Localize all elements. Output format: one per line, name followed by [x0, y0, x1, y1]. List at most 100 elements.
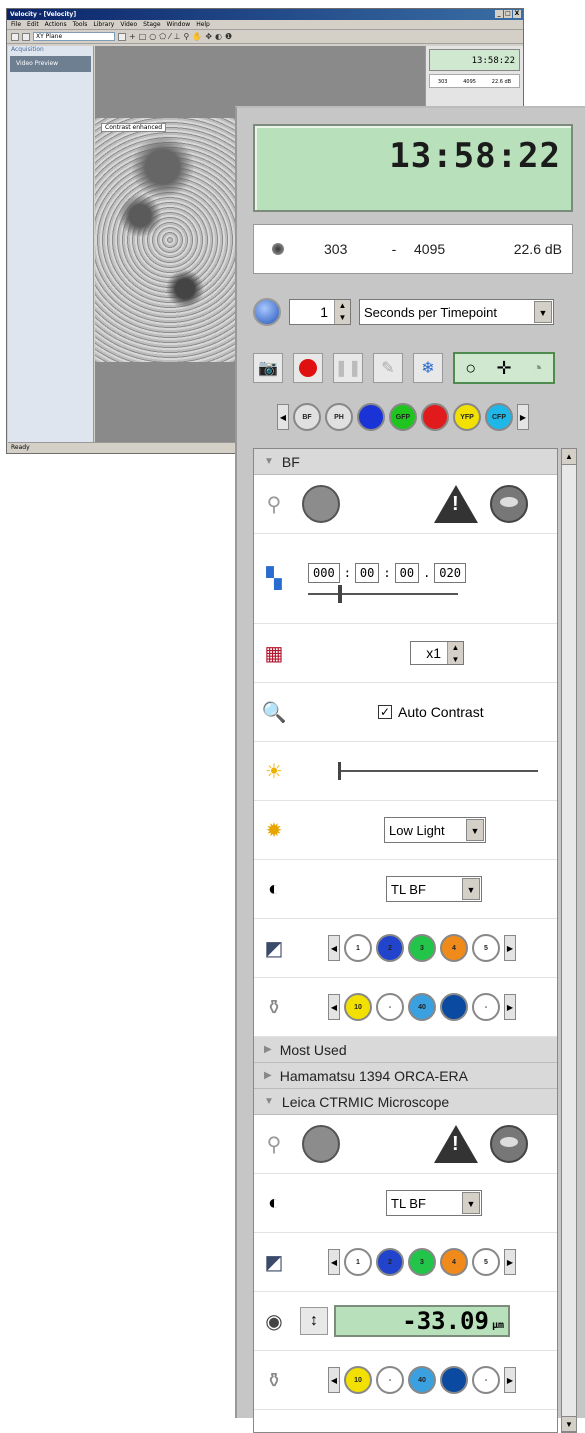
chevron-right-icon[interactable]: ▶ [517, 404, 529, 430]
contrast-icon[interactable]: ◐ [215, 32, 222, 41]
objective-position[interactable]: 10 [344, 1366, 372, 1394]
zoom-icon[interactable]: ⚲ [184, 32, 190, 41]
timepoint-unit-select[interactable]: Seconds per Timepoint ▼ [359, 299, 554, 325]
chevron-left-icon[interactable]: ◀ [328, 994, 340, 1020]
chevron-right-icon[interactable]: ▶ [504, 1367, 516, 1393]
channel-cfp[interactable]: CFP [485, 403, 513, 431]
filter-position[interactable]: 5 [472, 1248, 500, 1276]
wand-icon[interactable]: ✎ [373, 353, 403, 383]
shutter-button[interactable] [302, 485, 340, 523]
binning-value[interactable]: x1 [411, 642, 447, 664]
sensitivity-select[interactable]: Low Light ▼ [384, 817, 486, 843]
filter-position[interactable]: 2 [376, 934, 404, 962]
menu-help[interactable]: Help [196, 20, 210, 29]
toolbar-button[interactable] [22, 32, 30, 41]
hand-icon[interactable]: ✋ [192, 32, 202, 41]
chevron-down-icon[interactable]: ▼ [534, 301, 552, 323]
objective-position[interactable]: - [472, 1366, 500, 1394]
objective-position[interactable] [440, 993, 468, 1021]
exposure-time-field[interactable]: 000: 00: 00. 020 [308, 562, 466, 583]
exposure-slider[interactable] [308, 584, 458, 603]
brightness-slider[interactable] [338, 762, 538, 780]
objective-position[interactable]: 40 [408, 1366, 436, 1394]
channel-ph[interactable]: PH [325, 403, 353, 431]
chevron-left-icon[interactable]: ◀ [328, 935, 340, 961]
focus-readout[interactable]: -33.09 µm [334, 1305, 510, 1337]
pie-icon[interactable]: ◔ [532, 358, 543, 379]
scrollbar[interactable]: ▲ ▼ [561, 448, 577, 1433]
focus-step-button[interactable]: ↕ [300, 1307, 328, 1335]
exposure-seconds[interactable]: 00 [394, 562, 420, 583]
polygon-icon[interactable]: ⬠ [159, 32, 166, 41]
objective-position[interactable]: 40 [408, 993, 436, 1021]
chevron-down-icon[interactable]: ▼ [462, 878, 480, 900]
timepoint-value[interactable]: 1 [290, 300, 334, 324]
contrast-method-select[interactable]: TL BF ▼ [386, 876, 482, 902]
plane-select[interactable]: XY Plane [33, 32, 115, 41]
line-icon[interactable]: ⁄ [169, 32, 170, 41]
timepoint-spinner[interactable]: 1 ▲ ▼ [289, 299, 351, 325]
section-header-most-used[interactable]: ▶ Most Used [254, 1037, 557, 1063]
binning-spinner[interactable]: x1 ▲ ▼ [410, 641, 464, 665]
channel-red[interactable] [421, 403, 449, 431]
channel-bf[interactable]: BF [293, 403, 321, 431]
exposure-minutes[interactable]: 00 [354, 562, 380, 583]
auto-contrast-checkbox[interactable]: ✓ Auto Contrast [378, 704, 484, 720]
section-header-bf[interactable]: ▼ BF [254, 449, 557, 475]
scroll-down-icon[interactable]: ▼ [562, 1416, 576, 1432]
checkbox-icon[interactable]: ✓ [378, 705, 392, 719]
menu-file[interactable]: File [11, 20, 21, 29]
menu-stage[interactable]: Stage [143, 20, 160, 29]
filter-position[interactable]: 2 [376, 1248, 404, 1276]
toolbar-button[interactable] [118, 32, 126, 41]
timelapse-icon[interactable] [253, 298, 281, 326]
filter-position[interactable]: 4 [440, 1248, 468, 1276]
ellipse-icon[interactable]: ○ [149, 32, 156, 41]
objective-position[interactable]: 10 [344, 993, 372, 1021]
objective-position[interactable]: - [376, 1366, 404, 1394]
filter-position[interactable]: 3 [408, 1248, 436, 1276]
help-icon[interactable]: ❶ [225, 32, 232, 41]
filter-position[interactable]: 1 [344, 1248, 372, 1276]
objective-position[interactable] [440, 1366, 468, 1394]
menu-window[interactable]: Window [167, 20, 191, 29]
maximize-button[interactable]: □ [504, 10, 512, 18]
chevron-right-icon[interactable]: ▶ [504, 1249, 516, 1275]
rectangle-icon[interactable]: □ [139, 32, 147, 41]
minimize-button[interactable]: _ [495, 10, 503, 18]
exposure-hours[interactable]: 000 [308, 562, 340, 583]
microscope-method-select[interactable]: TL BF ▼ [386, 1190, 482, 1216]
chevron-left-icon[interactable]: ◀ [328, 1249, 340, 1275]
objective-position[interactable]: - [472, 993, 500, 1021]
move-icon[interactable]: ✥ [205, 32, 212, 41]
sidebar-header[interactable]: Acquisition [8, 46, 93, 54]
spin-up-icon[interactable]: ▲ [448, 642, 463, 654]
measure-icon[interactable]: ⊥ [174, 32, 181, 41]
channel-gfp[interactable]: GFP [389, 403, 417, 431]
scroll-up-icon[interactable]: ▲ [562, 449, 576, 465]
snapshot-icon[interactable]: 📷 [253, 353, 283, 383]
section-header-camera[interactable]: ▶ Hamamatsu 1394 ORCA-ERA [254, 1063, 557, 1089]
shutter-button[interactable] [302, 1125, 340, 1163]
close-button[interactable]: X [513, 10, 521, 18]
section-header-microscope[interactable]: ▼ Leica CTRMIC Microscope [254, 1089, 557, 1115]
channel-blue[interactable] [357, 403, 385, 431]
stage-control[interactable]: ○ ✛ ◔ [453, 352, 555, 384]
menu-video[interactable]: Video [120, 20, 137, 29]
sidebar-item-video-preview[interactable]: Video Preview [10, 56, 91, 72]
menu-tools[interactable]: Tools [73, 20, 88, 29]
chevron-left-icon[interactable]: ◀ [277, 404, 289, 430]
record-button[interactable] [293, 353, 323, 383]
spin-down-icon[interactable]: ▼ [335, 312, 350, 324]
slider-thumb[interactable] [338, 584, 342, 603]
move-icon[interactable]: ✛ [496, 358, 511, 379]
spin-down-icon[interactable]: ▼ [448, 654, 463, 666]
filter-position[interactable]: 1 [344, 934, 372, 962]
chevron-right-icon[interactable]: ▶ [504, 935, 516, 961]
chevron-down-icon[interactable]: ▼ [462, 1192, 480, 1214]
chevron-down-icon[interactable]: ▼ [466, 819, 484, 841]
menu-library[interactable]: Library [93, 20, 114, 29]
slider-thumb[interactable] [338, 762, 341, 780]
crosshair-icon[interactable]: + [129, 32, 136, 41]
exposure-ms[interactable]: 020 [434, 562, 466, 583]
